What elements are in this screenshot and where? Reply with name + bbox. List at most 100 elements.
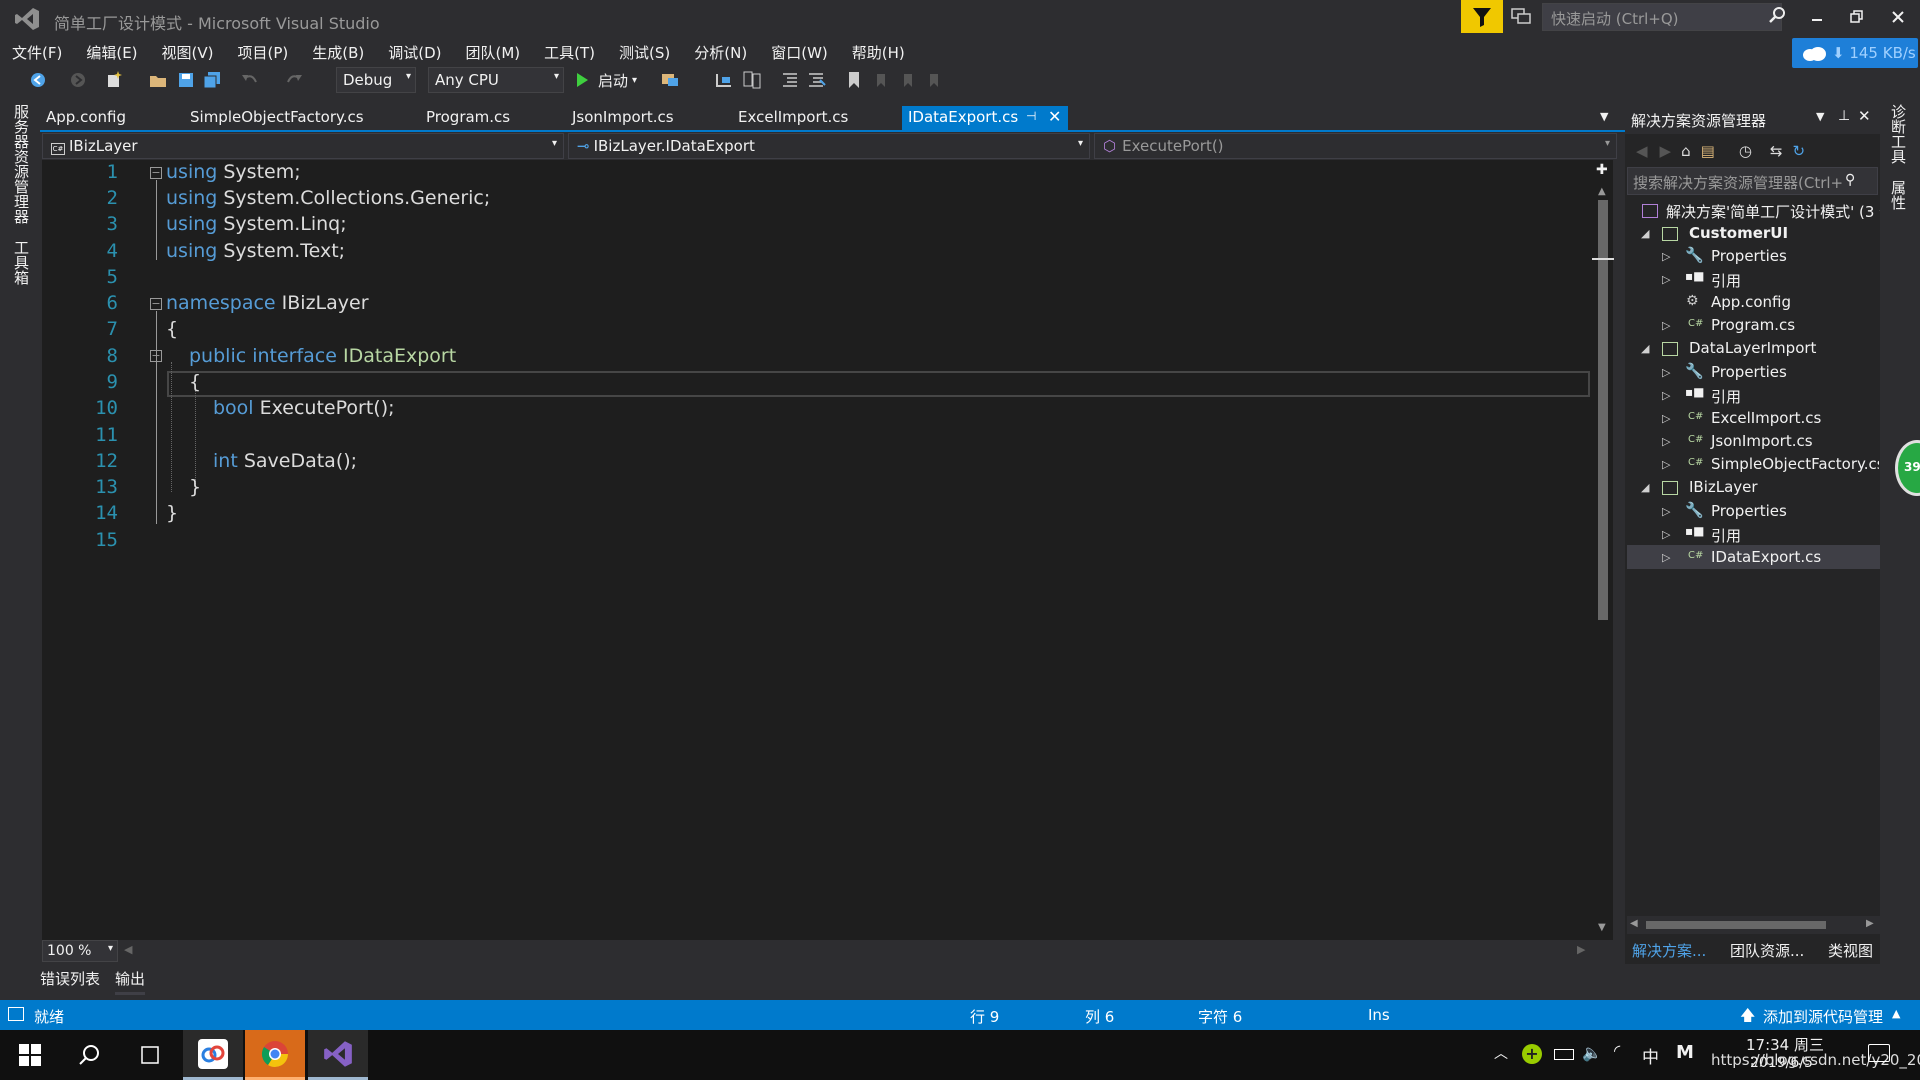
feedback-filter-icon[interactable] — [1461, 0, 1503, 33]
prev-bookmark-icon[interactable] — [872, 70, 892, 90]
pin-icon[interactable]: ⊥ — [1838, 108, 1850, 124]
tab-solution-explorer[interactable]: 解决方案... — [1632, 940, 1706, 961]
back-icon[interactable]: ◀ — [1636, 142, 1648, 160]
split-editor-icon[interactable]: ✚ — [1596, 162, 1608, 178]
server-explorer-tab[interactable]: 服务器资源管理器 — [11, 104, 32, 224]
back-icon[interactable] — [28, 70, 48, 90]
taskbar-app-baidu-netdisk[interactable] — [183, 1030, 243, 1080]
find-icon[interactable] — [742, 70, 762, 90]
forward-icon[interactable] — [68, 70, 88, 90]
zoom-select[interactable]: 100 % ▾ — [42, 940, 118, 962]
close-tab-icon[interactable]: ✕ — [1048, 107, 1061, 126]
close-button[interactable] — [1876, 0, 1920, 34]
tree-item-properties[interactable]: Properties — [1711, 502, 1787, 520]
type-nav-select[interactable]: ⊸ IBizLayer.IDataExport ▾ — [568, 133, 1090, 159]
tab-excel-import[interactable]: ExcelImport.cs — [732, 106, 854, 130]
scroll-right-icon[interactable]: ▶ — [1866, 918, 1874, 929]
menu-team[interactable]: 团队(M) — [466, 42, 521, 63]
properties-tab[interactable]: 属性 — [1888, 180, 1909, 210]
show-hidden-icons[interactable]: ︿ — [1494, 1043, 1508, 1063]
scroll-right-icon[interactable]: ▶ — [1577, 943, 1585, 956]
refresh-icon[interactable]: ↻ — [1792, 142, 1805, 160]
uncomment-lines-icon[interactable] — [806, 70, 826, 90]
taskbar-app-chrome[interactable] — [245, 1030, 305, 1080]
tray-security-icon[interactable]: + — [1522, 1044, 1542, 1064]
tab-idataexport[interactable]: IDataExport.cs ⊣ ✕ — [902, 106, 1068, 130]
collapsed-arrow-icon[interactable]: ▷ — [1662, 250, 1670, 263]
scroll-down-icon[interactable]: ▼ — [1598, 922, 1606, 933]
collapse-icon[interactable]: − — [150, 298, 162, 310]
menu-file[interactable]: 文件(F) — [12, 42, 62, 63]
redo-icon[interactable] — [284, 70, 304, 90]
sync-view-icon[interactable]: ▤ — [1701, 142, 1715, 160]
solution-config-select[interactable]: Debug ▾ — [336, 67, 416, 93]
start-button[interactable] — [0, 1030, 60, 1080]
tree-item-references[interactable]: 引用 — [1711, 525, 1741, 546]
save-icon[interactable] — [176, 70, 196, 90]
wifi-icon[interactable]: ◜ — [1614, 1041, 1620, 1060]
project-nav-select[interactable]: C# IBizLayer ▾ — [42, 133, 564, 159]
battery-icon[interactable] — [1554, 1049, 1574, 1060]
home-icon[interactable]: ⌂ — [1681, 142, 1691, 160]
save-all-icon[interactable] — [202, 70, 222, 90]
collapse-icon[interactable]: − — [150, 167, 162, 179]
tab-json-import[interactable]: JsonImport.cs — [566, 106, 680, 130]
tab-class-view[interactable]: 类视图 — [1828, 940, 1873, 961]
menu-view[interactable]: 视图(V) — [162, 42, 214, 63]
search-icon[interactable] — [1768, 6, 1786, 24]
tree-item-simple-object-factory[interactable]: SimpleObjectFactory.cs — [1711, 455, 1879, 473]
pending-changes-icon[interactable]: ◷ — [1739, 142, 1752, 160]
code-editor[interactable] — [42, 160, 1593, 940]
collapsed-arrow-icon[interactable]: ▷ — [1662, 435, 1670, 448]
chevron-up-icon[interactable]: ▲ — [1892, 1007, 1900, 1020]
tree-item-json-import[interactable]: JsonImport.cs — [1711, 432, 1813, 450]
tree-item-program[interactable]: Program.cs — [1711, 316, 1795, 334]
menu-analyze[interactable]: 分析(N) — [694, 42, 747, 63]
next-bookmark-icon[interactable] — [898, 70, 918, 90]
scroll-left-icon[interactable]: ◀ — [1630, 918, 1638, 929]
tree-item-idataexport[interactable]: IDataExport.cs — [1711, 548, 1821, 566]
tree-item-references[interactable]: 引用 — [1711, 270, 1741, 291]
undo-icon[interactable] — [240, 70, 260, 90]
menu-edit[interactable]: 编辑(E) — [86, 42, 137, 63]
menu-build[interactable]: 生成(B) — [312, 42, 364, 63]
scroll-left-icon[interactable]: ◀ — [124, 943, 132, 956]
ime-mode-icon[interactable]: M — [1676, 1042, 1694, 1063]
tree-solution-root[interactable]: 解决方案'简单工厂设计模式' (3 个 — [1666, 201, 1894, 222]
add-to-source-control-button[interactable]: 添加到源代码管理 — [1763, 1006, 1883, 1027]
tree-item-references[interactable]: 引用 — [1711, 386, 1741, 407]
collapsed-arrow-icon[interactable]: ▷ — [1662, 412, 1670, 425]
step-into-icon[interactable] — [714, 70, 734, 90]
volume-icon[interactable]: 🔈 — [1582, 1043, 1602, 1062]
clear-bookmarks-icon[interactable] — [924, 70, 944, 90]
menu-window[interactable]: 窗口(W) — [771, 42, 828, 63]
forward-icon[interactable]: ▶ — [1660, 142, 1672, 160]
collapsed-arrow-icon[interactable]: ▷ — [1662, 273, 1670, 286]
solution-search-input[interactable]: 搜索解决方案资源管理器(Ctrl+ — [1627, 167, 1878, 195]
open-file-icon[interactable] — [148, 70, 168, 90]
search-button[interactable] — [60, 1030, 120, 1080]
new-project-icon[interactable] — [104, 70, 124, 90]
minimize-button[interactable] — [1795, 0, 1839, 34]
search-icon[interactable]: ⚲ — [1845, 172, 1855, 188]
expanded-arrow-icon[interactable]: ◢ — [1641, 342, 1649, 355]
quick-launch-input[interactable]: 快速启动 (Ctrl+Q) — [1542, 3, 1782, 31]
scrollbar-thumb[interactable] — [1646, 921, 1826, 929]
tree-project-datalayerimport[interactable]: DataLayerImport — [1689, 339, 1816, 357]
tree-project-ibizlayer[interactable]: IBizLayer — [1689, 478, 1758, 496]
taskbar-app-visual-studio[interactable] — [308, 1030, 368, 1080]
collapsed-arrow-icon[interactable]: ▷ — [1662, 319, 1670, 332]
sync-icon[interactable]: ⇆ — [1770, 142, 1783, 160]
start-debug-button[interactable]: 启动 ▾ — [574, 69, 637, 91]
action-center-icon[interactable] — [1868, 1044, 1890, 1062]
menu-help[interactable]: 帮助(H) — [852, 42, 905, 63]
tree-project-customerui[interactable]: CustomerUI — [1689, 224, 1788, 242]
menu-debug[interactable]: 调试(D) — [388, 42, 441, 63]
error-list-tab[interactable]: 错误列表 — [40, 968, 100, 989]
scroll-up-icon[interactable]: ▲ — [1598, 186, 1606, 197]
comment-lines-icon[interactable] — [780, 70, 800, 90]
menu-project[interactable]: 项目(P) — [238, 42, 289, 63]
close-panel-icon[interactable]: ✕ — [1858, 107, 1871, 125]
browser-link-icon[interactable] — [660, 70, 680, 90]
menu-tools[interactable]: 工具(T) — [544, 42, 595, 63]
